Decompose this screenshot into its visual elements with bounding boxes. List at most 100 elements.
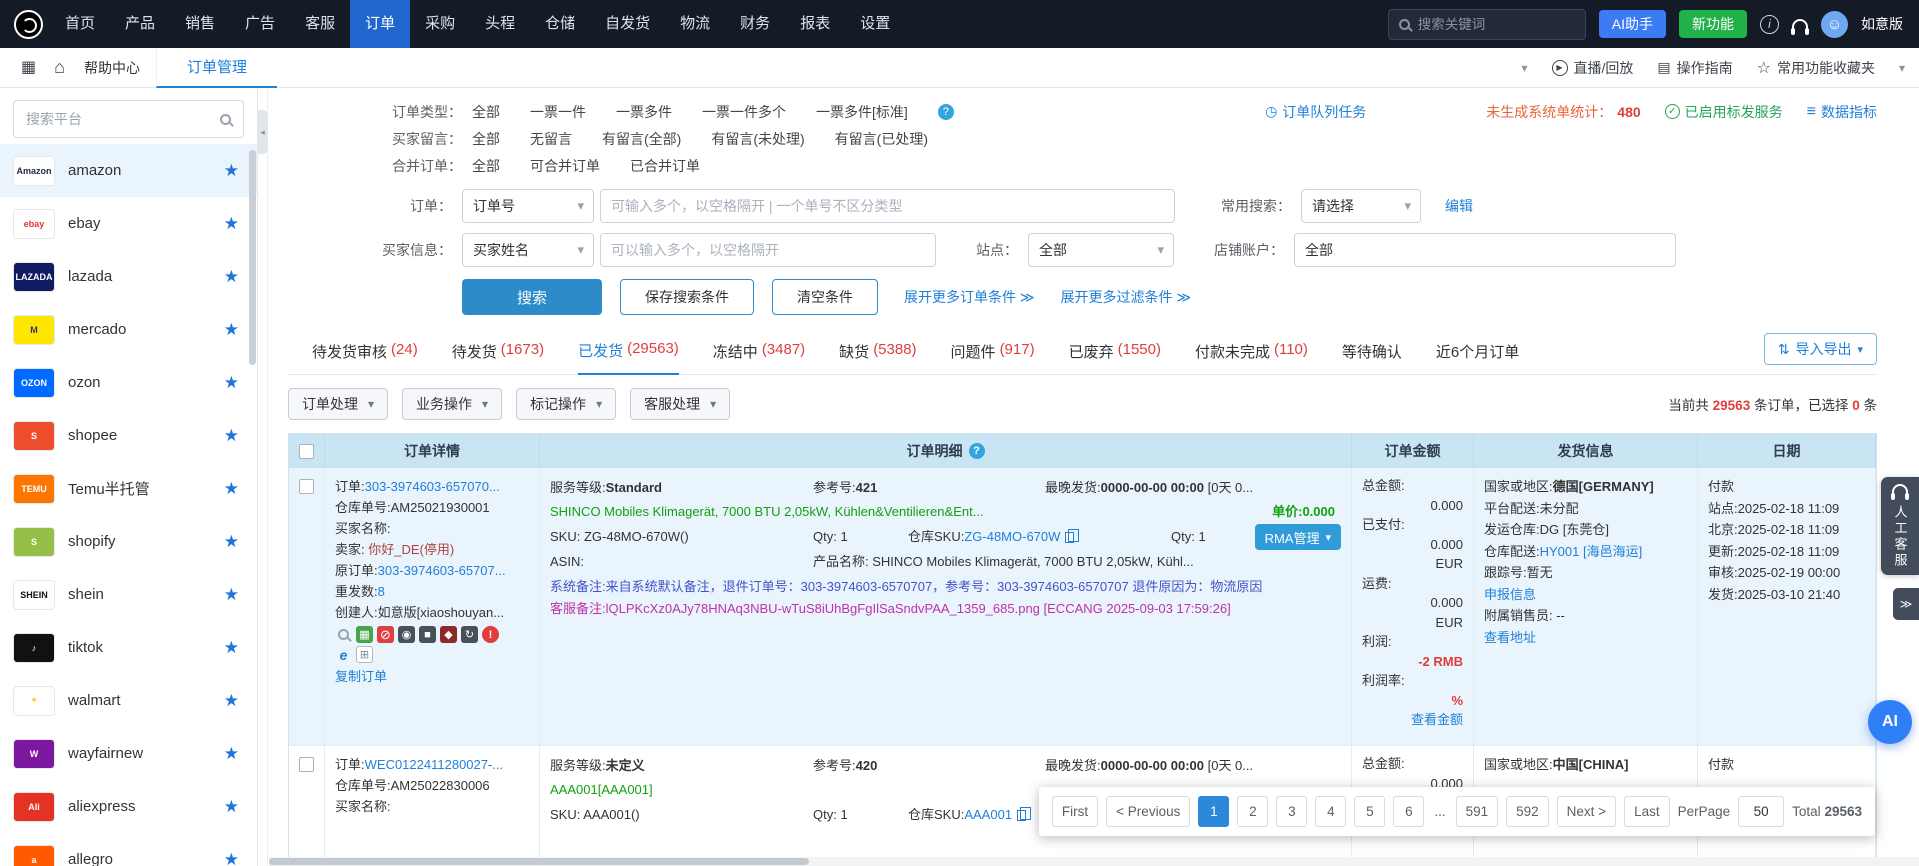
favorites-link[interactable]: 常用功能收藏夹	[1757, 58, 1875, 78]
favorite-star-icon[interactable]	[224, 373, 239, 393]
pagination-page-2[interactable]: 2	[1237, 796, 1268, 827]
tab-problem[interactable]: 问题件(917)	[951, 341, 1035, 374]
sidebar-item-lazada[interactable]: LAZADA lazada	[0, 250, 257, 303]
favorite-star-icon[interactable]	[224, 267, 239, 287]
copy-icon[interactable]	[1065, 532, 1074, 543]
filter-option[interactable]: 可合并订单	[530, 156, 600, 176]
block-icon[interactable]	[377, 626, 394, 643]
global-search[interactable]	[1388, 9, 1586, 40]
nav-item-products[interactable]: 产品	[110, 0, 170, 48]
avatar[interactable]	[1821, 11, 1848, 38]
sidebar-item-aliexpress[interactable]: Ali aliexpress	[0, 780, 257, 833]
app-logo[interactable]	[6, 0, 50, 48]
import-export-button[interactable]: 导入导出▾	[1764, 333, 1877, 365]
sidebar-collapse-button[interactable]	[257, 110, 268, 154]
rail-collapse-button[interactable]: ≫	[1893, 588, 1919, 620]
sidebar-scrollbar[interactable]	[249, 150, 256, 365]
nav-item-settings[interactable]: 设置	[845, 0, 905, 48]
pagination-page-592[interactable]: 592	[1506, 796, 1549, 827]
buyer-input[interactable]	[600, 233, 936, 267]
sidebar-item-shein[interactable]: SHEIN shein	[0, 568, 257, 621]
warehouse-delivery-link[interactable]: HY001 [海邑海运]	[1540, 544, 1643, 559]
tab-pending-review[interactable]: 待发货审核(24)	[312, 341, 418, 374]
platform-e-icon[interactable]	[335, 646, 352, 663]
tab-to-ship[interactable]: 待发货(1673)	[452, 341, 544, 374]
global-search-input[interactable]	[1418, 17, 1575, 32]
order-number-input[interactable]	[600, 189, 1175, 223]
favorite-star-icon[interactable]	[224, 585, 239, 605]
quick-search-select[interactable]: 请选择	[1301, 189, 1421, 223]
pagination-page-1[interactable]: 1	[1198, 796, 1229, 827]
filter-option[interactable]: 有留言(未处理)	[711, 129, 804, 149]
pagination-page-3[interactable]: 3	[1276, 796, 1307, 827]
live-replay-link[interactable]: 直播/回放	[1552, 58, 1634, 78]
more-filter-conditions-link[interactable]: 展开更多过滤条件 ≫	[1061, 287, 1192, 307]
uncreated-orders-stat[interactable]: 未生成系统单统计：480	[1486, 102, 1640, 122]
tab-shipped[interactable]: 已发货(29563)	[578, 340, 679, 375]
nav-item-sales[interactable]: 销售	[170, 0, 230, 48]
favorite-star-icon[interactable]	[224, 161, 239, 181]
nav-item-home[interactable]: 首页	[50, 0, 110, 48]
favorite-star-icon[interactable]	[224, 479, 239, 499]
refresh-icon[interactable]	[461, 626, 478, 643]
sidebar-item-allegro[interactable]: a allegro	[0, 833, 257, 866]
pagination-last[interactable]: Last	[1624, 796, 1670, 827]
filter-option[interactable]: 全部	[472, 102, 500, 122]
buyer-field-select[interactable]: 买家姓名	[462, 233, 594, 267]
favorite-star-icon[interactable]	[224, 691, 239, 711]
sidebar-item-wayfair[interactable]: W wayfairnew	[0, 727, 257, 780]
ai-floating-button[interactable]: AI	[1868, 700, 1912, 744]
edition-label[interactable]: 如意版	[1861, 14, 1903, 34]
pagination-page-4[interactable]: 4	[1315, 796, 1346, 827]
view-address-link[interactable]: 查看地址	[1484, 630, 1536, 645]
truck-icon[interactable]	[440, 626, 457, 643]
chevron-down-icon[interactable]	[1521, 61, 1527, 75]
order-process-dropdown[interactable]: 订单处理	[288, 388, 388, 420]
tab-frozen[interactable]: 冻结中(3487)	[713, 341, 805, 374]
service-ops-dropdown[interactable]: 客服处理	[630, 388, 730, 420]
favorite-star-icon[interactable]	[224, 532, 239, 552]
favorite-star-icon[interactable]	[224, 638, 239, 658]
scrollbar-thumb[interactable]	[269, 858, 809, 865]
tab-payment-incomplete[interactable]: 付款未完成(110)	[1195, 341, 1308, 374]
data-metrics-link[interactable]: 数据指标	[1807, 102, 1877, 122]
filter-option[interactable]: 一票多件[标准]	[816, 102, 908, 122]
business-ops-dropdown[interactable]: 业务操作	[402, 388, 502, 420]
favorite-star-icon[interactable]	[224, 426, 239, 446]
alert-icon[interactable]	[482, 626, 499, 643]
info-icon[interactable]	[1760, 15, 1779, 34]
favorite-star-icon[interactable]	[224, 797, 239, 817]
more-order-conditions-link[interactable]: 展开更多订单条件 ≫	[904, 287, 1035, 307]
tab-discarded[interactable]: 已废弃(1550)	[1069, 341, 1161, 374]
row-checkbox[interactable]	[299, 479, 314, 494]
filter-option[interactable]: 全部	[472, 129, 500, 149]
order-number-link[interactable]: WEC0122411280027-...	[365, 757, 504, 772]
favorite-star-icon[interactable]	[224, 320, 239, 340]
original-order-link[interactable]: 303-3974603-65707...	[378, 563, 506, 578]
tab-out-of-stock[interactable]: 缺货(5388)	[839, 341, 916, 374]
filter-option[interactable]: 已合并订单	[630, 156, 700, 176]
apps-grid-icon[interactable]	[21, 60, 36, 76]
pagination-page-591[interactable]: 591	[1456, 796, 1499, 827]
sidebar-item-walmart[interactable]: ✶ walmart	[0, 674, 257, 727]
nav-item-finance[interactable]: 财务	[725, 0, 785, 48]
tab-awaiting-confirm[interactable]: 等待确认	[1342, 341, 1402, 374]
sidebar-item-tiktok[interactable]: ♪ tiktok	[0, 621, 257, 674]
pagination-first[interactable]: First	[1052, 796, 1098, 827]
nav-item-self-shipping[interactable]: 自发货	[590, 0, 665, 48]
warehouse-sku-link[interactable]: AAA001	[964, 807, 1012, 822]
sidebar-item-shopee[interactable]: S shopee	[0, 409, 257, 462]
horizontal-scrollbar[interactable]	[269, 857, 1919, 866]
product-title-link[interactable]: SHINCO Mobiles Klimagerät, 7000 BTU 2,05…	[550, 500, 1272, 524]
chevron-down-icon[interactable]	[1899, 61, 1905, 75]
help-icon[interactable]	[938, 104, 954, 120]
nav-item-first-leg[interactable]: 头程	[470, 0, 530, 48]
sidebar-item-ozon[interactable]: OZON ozon	[0, 356, 257, 409]
nav-item-logistics[interactable]: 物流	[665, 0, 725, 48]
nav-item-customer-service[interactable]: 客服	[290, 0, 350, 48]
order-type-select[interactable]: 订单号	[462, 189, 594, 223]
new-feature-button[interactable]: 新功能	[1679, 10, 1747, 38]
tab-order-management[interactable]: 订单管理	[156, 48, 277, 88]
camera-icon[interactable]	[398, 626, 415, 643]
headset-icon[interactable]	[1792, 19, 1808, 30]
